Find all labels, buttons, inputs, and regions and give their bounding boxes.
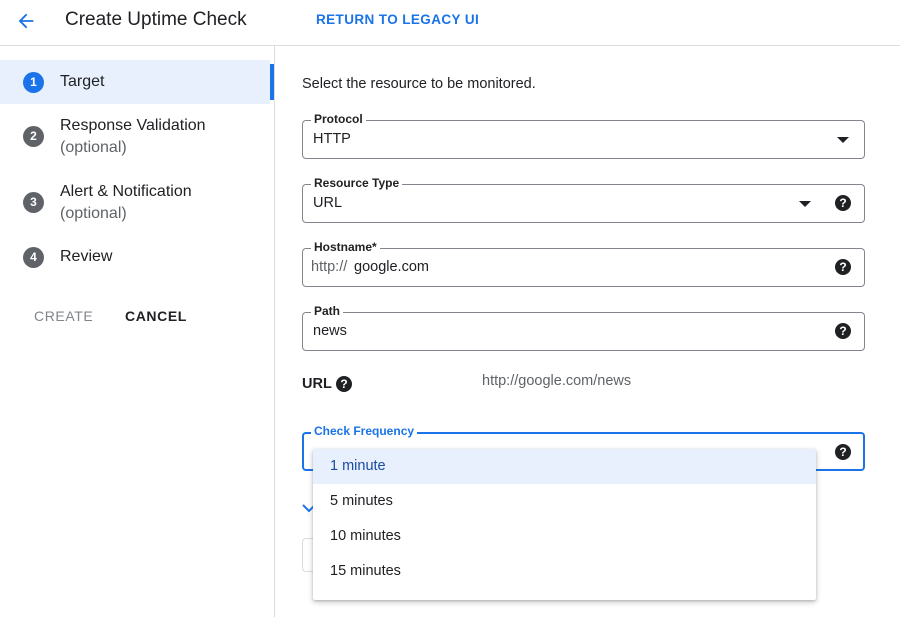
protocol-select[interactable]: Protocol HTTP	[302, 111, 865, 159]
url-label: URL	[302, 376, 332, 392]
step-sublabel: (optional)	[60, 205, 127, 222]
help-icon[interactable]: ?	[835, 444, 851, 460]
step-response-validation[interactable]: 2 Response Validation (optional)	[0, 112, 270, 160]
chevron-down-icon[interactable]	[799, 201, 811, 207]
arrow-left-icon	[18, 13, 34, 29]
help-icon[interactable]: ?	[835, 323, 851, 339]
step-review[interactable]: 4 Review	[0, 244, 270, 272]
step-label: Target	[60, 73, 105, 90]
header-bar: Create Uptime Check RETURN TO LEGACY UI	[0, 0, 900, 46]
create-button[interactable]: CREATE	[34, 308, 93, 324]
field-value: HTTP	[313, 131, 351, 147]
page-title: Create Uptime Check	[65, 9, 247, 30]
chevron-down-icon[interactable]	[837, 137, 849, 143]
section-description: Select the resource to be monitored.	[302, 76, 536, 92]
check-frequency-dropdown: 1 minute 5 minutes 10 minutes 15 minutes	[313, 449, 816, 600]
step-sublabel: (optional)	[60, 139, 127, 156]
step-target[interactable]: 1 Target	[0, 60, 270, 104]
help-icon[interactable]: ?	[835, 259, 851, 275]
field-value: news	[313, 323, 347, 339]
resource-type-select[interactable]: Resource Type URL ?	[302, 175, 865, 223]
help-icon[interactable]: ?	[835, 195, 851, 211]
hostname-prefix: http://	[311, 259, 348, 275]
dropdown-option[interactable]: 10 minutes	[313, 519, 816, 554]
step-number: 1	[23, 72, 44, 93]
cancel-button[interactable]: CANCEL	[125, 308, 187, 324]
step-alert-notification[interactable]: 3 Alert & Notification (optional)	[0, 178, 270, 226]
path-field[interactable]: Path news ?	[302, 303, 865, 351]
dropdown-option[interactable]: 5 minutes	[313, 484, 816, 519]
step-label: Response Validation	[60, 117, 206, 134]
step-label: Alert & Notification	[60, 183, 192, 200]
field-label: Resource Type	[311, 175, 403, 191]
field-label: Path	[311, 303, 344, 319]
step-number: 3	[23, 192, 44, 213]
field-value: google.com	[354, 259, 429, 275]
field-value: URL	[313, 195, 343, 211]
return-to-legacy-link[interactable]: RETURN TO LEGACY UI	[316, 12, 479, 27]
back-button[interactable]	[12, 7, 40, 35]
url-value: http://google.com/news	[482, 373, 632, 389]
hostname-field[interactable]: Hostname* http:// google.com ?	[302, 239, 865, 287]
step-number: 2	[23, 126, 44, 147]
field-label: Protocol	[311, 111, 366, 127]
help-icon[interactable]: ?	[336, 376, 352, 392]
dropdown-option[interactable]: 1 minute	[313, 449, 816, 484]
field-label: Hostname*	[311, 239, 380, 255]
active-step-indicator	[270, 64, 274, 100]
stepper-sidebar: 1 Target 2 Response Validation (optional…	[0, 46, 275, 617]
step-number: 4	[23, 247, 44, 268]
step-label: Review	[60, 248, 113, 265]
dropdown-option[interactable]: 15 minutes	[313, 554, 816, 589]
field-label: Check Frequency	[311, 423, 418, 439]
